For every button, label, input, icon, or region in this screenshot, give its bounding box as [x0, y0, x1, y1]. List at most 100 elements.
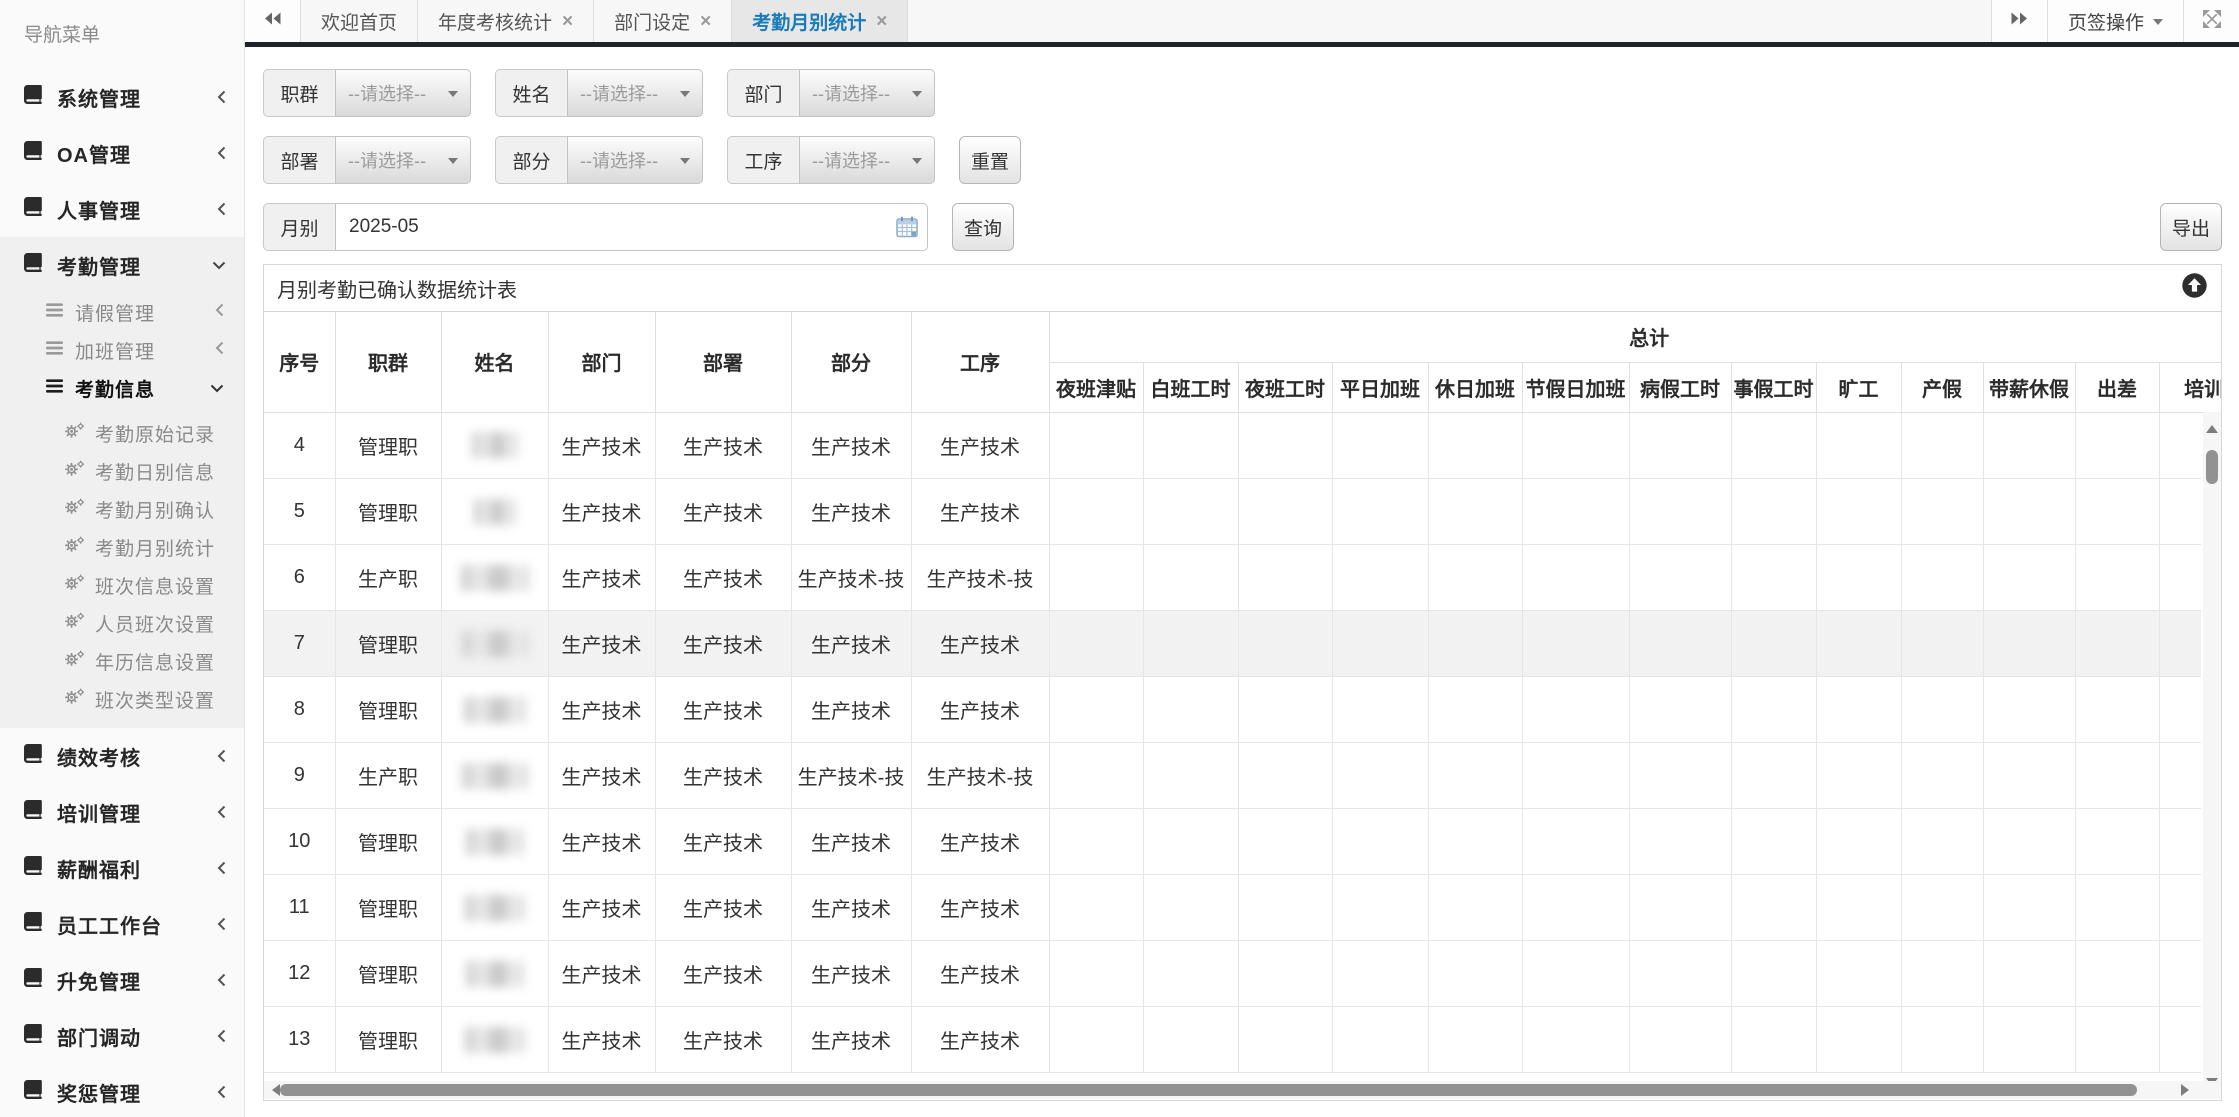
sidebar-subitem[interactable]: 加班管理 — [0, 331, 244, 369]
filter-combo-select[interactable]: --请选择-- — [567, 69, 703, 117]
sidebar-item-label: 升免管理 — [57, 966, 203, 995]
stat-cell — [1428, 809, 1522, 875]
stat-cell — [1731, 545, 1816, 611]
filter-combo-select[interactable]: --请选择-- — [335, 69, 471, 117]
column-header[interactable]: 夜班工时 — [1238, 362, 1332, 412]
table-row[interactable]: 7管理职生产技术生产技术生产技术生产技术 — [264, 611, 2201, 677]
tabs-scroll-left-button[interactable] — [245, 0, 301, 42]
table-row[interactable]: 5管理职生产技术生产技术生产技术生产技术 — [264, 479, 2201, 545]
sidebar-item[interactable]: 考勤管理 — [0, 237, 244, 293]
tabs-scroll-right-button[interactable] — [1991, 0, 2047, 42]
table-row[interactable]: 8管理职生产技术生产技术生产技术生产技术 — [264, 677, 2201, 743]
export-button[interactable]: 导出 — [2160, 203, 2222, 251]
tab[interactable]: 年度考核统计× — [418, 0, 594, 42]
column-header[interactable]: 培训 — [2159, 362, 2221, 412]
department-cell: 生产技术 — [548, 677, 655, 743]
table-row[interactable]: 9生产职生产技术生产技术生产技术-技生产技术-技 — [264, 743, 2201, 809]
horizontal-scrollbar[interactable] — [264, 1081, 2203, 1099]
row-index-cell: 9 — [264, 743, 335, 809]
sidebar-leaf-item[interactable]: 年历信息设置 — [0, 642, 244, 680]
sidebar-item[interactable]: 升免管理 — [0, 952, 244, 1008]
table-row[interactable]: 6生产职生产技术生产技术生产技术-技生产技术-技 — [264, 545, 2201, 611]
sidebar-item[interactable]: 绩效考核 — [0, 728, 244, 784]
column-header[interactable]: 旷工 — [1816, 362, 1901, 412]
chevron-left-icon — [217, 973, 226, 987]
vertical-scrollbar-thumb[interactable] — [2206, 450, 2218, 484]
column-header[interactable]: 节假日加班 — [1522, 362, 1629, 412]
scrollbar-corner — [2203, 1081, 2221, 1099]
tab-operations-dropdown[interactable]: 页签操作 — [2047, 0, 2183, 42]
sidebar-leaf-label: 年历信息设置 — [95, 648, 215, 675]
vertical-scrollbar[interactable] — [2203, 412, 2221, 1099]
column-header[interactable]: 平日加班 — [1332, 362, 1428, 412]
sidebar-item[interactable]: 薪酬福利 — [0, 840, 244, 896]
tab-close-icon[interactable]: × — [700, 12, 711, 31]
tab[interactable]: 部门设定× — [594, 0, 732, 42]
month-input[interactable] — [336, 216, 927, 238]
column-header[interactable]: 部门 — [548, 312, 655, 412]
scroll-up-arrow-icon[interactable] — [2206, 419, 2218, 433]
sidebar-item[interactable]: 员工工作台 — [0, 896, 244, 952]
filter-combo-select[interactable]: --请选择-- — [567, 136, 703, 184]
sidebar-subitem[interactable]: 考勤信息 — [0, 369, 244, 407]
column-header[interactable]: 部分 — [791, 312, 911, 412]
fullscreen-button[interactable] — [2183, 0, 2239, 42]
sidebar-item[interactable]: OA管理 — [0, 125, 244, 181]
filter-row-2: 部署--请选择--部分--请选择--工序--请选择-- 重置 — [263, 136, 2222, 184]
tab-close-icon[interactable]: × — [876, 12, 887, 31]
table-row[interactable]: 10管理职生产技术生产技术生产技术生产技术 — [264, 809, 2201, 875]
stat-cell — [2159, 479, 2201, 545]
column-header[interactable]: 事假工时 — [1731, 362, 1816, 412]
scroll-left-arrow-icon[interactable] — [266, 1084, 280, 1096]
column-header[interactable]: 职群 — [335, 312, 441, 412]
sidebar-leaf-item[interactable]: 考勤原始记录 — [0, 414, 244, 452]
chevron-left-icon — [217, 1085, 226, 1099]
query-button[interactable]: 查询 — [952, 203, 1014, 251]
filter-combo-select[interactable]: --请选择-- — [799, 136, 935, 184]
column-header[interactable]: 姓名 — [441, 312, 548, 412]
section-cell: 生产技术 — [791, 941, 911, 1007]
filter-combo-select[interactable]: --请选择-- — [335, 136, 471, 184]
sidebar-leaf-item[interactable]: 班次信息设置 — [0, 566, 244, 604]
sidebar-item[interactable]: 系统管理 — [0, 69, 244, 125]
table-row[interactable]: 12管理职生产技术生产技术生产技术生产技术 — [264, 941, 2201, 1007]
filter-combo-label: 部分 — [495, 136, 567, 184]
sidebar-leaf-item[interactable]: 人员班次设置 — [0, 604, 244, 642]
sidebar-item[interactable]: 部门调动 — [0, 1008, 244, 1064]
sidebar-leaf-item[interactable]: 考勤日别信息 — [0, 452, 244, 490]
sidebar-item[interactable]: 奖惩管理 — [0, 1064, 244, 1117]
column-header[interactable]: 夜班津贴 — [1049, 362, 1143, 412]
reset-button[interactable]: 重置 — [959, 136, 1021, 184]
sidebar-leaf-item[interactable]: 班次类型设置 — [0, 680, 244, 718]
column-header[interactable]: 病假工时 — [1629, 362, 1731, 412]
sidebar-leaf-item[interactable]: 考勤月别确认 — [0, 490, 244, 528]
filter-combo-select[interactable]: --请选择-- — [799, 69, 935, 117]
column-header[interactable]: 休日加班 — [1428, 362, 1522, 412]
horizontal-scrollbar-thumb[interactable] — [280, 1084, 2137, 1096]
column-header[interactable]: 产假 — [1901, 362, 1983, 412]
tab[interactable]: 考勤月别统计× — [732, 0, 908, 42]
sidebar-item[interactable]: 人事管理 — [0, 181, 244, 237]
table-row[interactable]: 13管理职生产技术生产技术生产技术生产技术 — [264, 1007, 2201, 1073]
calendar-icon[interactable] — [896, 216, 918, 243]
tab-close-icon[interactable]: × — [562, 12, 573, 31]
table-row[interactable]: 11管理职生产技术生产技术生产技术生产技术 — [264, 875, 2201, 941]
sidebar-leaf-item[interactable]: 考勤月别统计 — [0, 528, 244, 566]
column-header[interactable]: 工序 — [911, 312, 1049, 412]
name-cell — [441, 545, 548, 611]
filter-combo-value: --请选择-- — [348, 80, 426, 106]
column-header[interactable]: 出差 — [2075, 362, 2159, 412]
column-header[interactable]: 部署 — [655, 312, 791, 412]
sidebar-subitem[interactable]: 请假管理 — [0, 293, 244, 331]
scroll-right-arrow-icon[interactable] — [2181, 1084, 2195, 1096]
column-header[interactable]: 序号 — [264, 312, 335, 412]
column-header[interactable]: 白班工时 — [1143, 362, 1238, 412]
collapse-panel-button[interactable] — [2181, 272, 2208, 304]
table-row[interactable]: 4管理职生产技术生产技术生产技术生产技术 — [264, 413, 2201, 479]
column-header[interactable]: 带薪休假 — [1983, 362, 2075, 412]
tab[interactable]: 欢迎首页 — [301, 0, 418, 42]
redacted-name — [464, 697, 526, 723]
sidebar-item-label: 人事管理 — [57, 195, 203, 224]
sidebar-item[interactable]: 培训管理 — [0, 784, 244, 840]
stat-cell — [1428, 545, 1522, 611]
